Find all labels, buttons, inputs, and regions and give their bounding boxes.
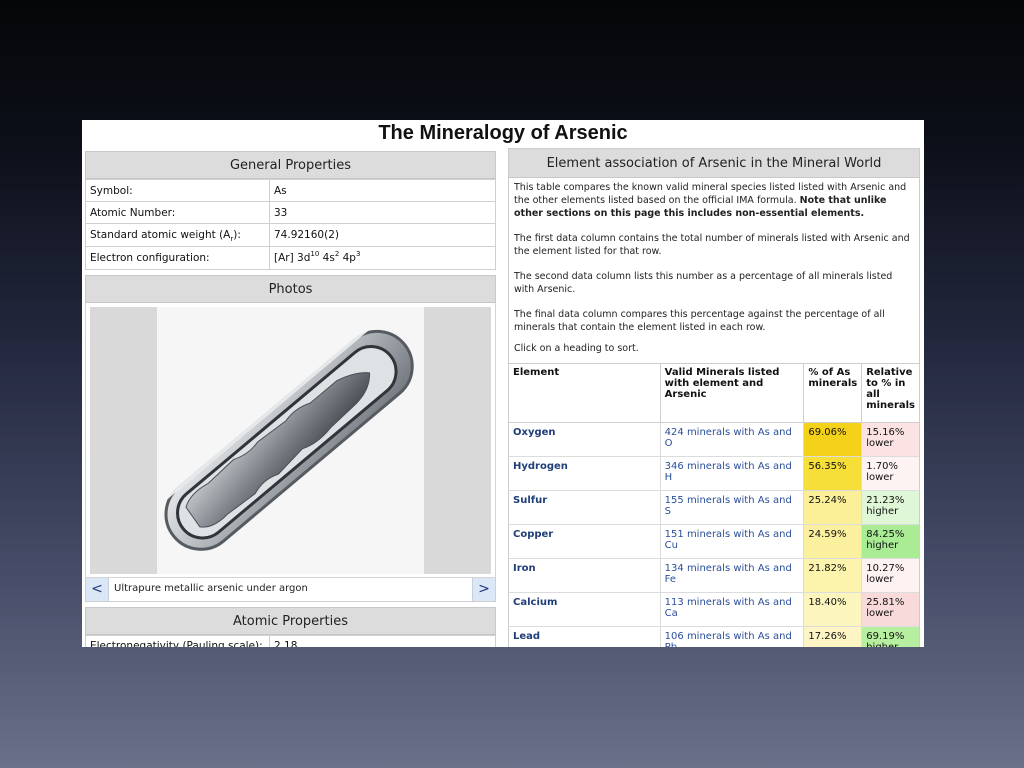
- table-header-row: Element Valid Minerals listed with eleme…: [509, 363, 919, 423]
- relative-cell: 21.23% higher: [861, 490, 919, 525]
- ec-sup: 10: [310, 250, 320, 258]
- mineral-count-link[interactable]: 113 minerals with As and Ca: [659, 592, 804, 627]
- element-link[interactable]: Lead: [509, 626, 661, 647]
- property-label: Electronegativity (Pauling scale):: [85, 635, 270, 647]
- element-link[interactable]: Sulfur: [509, 490, 661, 525]
- relative-cell: 10.27% lower: [861, 558, 919, 593]
- table-row: Atomic Number: 33: [85, 201, 496, 224]
- relative-cell: 84.25% higher: [861, 524, 919, 559]
- element-link[interactable]: Oxygen: [509, 422, 661, 457]
- element-association-heading: Element association of Arsenic in the Mi…: [509, 149, 919, 178]
- relative-cell: 15.16% lower: [861, 422, 919, 457]
- photo-viewer: [90, 307, 491, 574]
- percent-cell: 21.82%: [803, 558, 862, 593]
- association-intro: This table compares the known valid mine…: [509, 178, 919, 355]
- table-row: Standard atomic weight (Ar): 74.92160(2): [85, 223, 496, 247]
- percent-cell: 17.26%: [803, 626, 862, 647]
- slide: The Mineralogy of Arsenic General Proper…: [82, 120, 924, 647]
- element-link[interactable]: Hydrogen: [509, 456, 661, 491]
- arsenic-photo[interactable]: [149, 307, 424, 574]
- sort-hint: Click on a heading to sort.: [514, 343, 639, 354]
- previous-photo-button[interactable]: <: [86, 578, 109, 601]
- table-row: Hydrogen 346 minerals with As and H 56.35%…: [509, 456, 919, 491]
- intro-paragraph: The second data column lists this number…: [514, 271, 893, 295]
- relative-column-header[interactable]: Relative to % in all minerals: [861, 363, 919, 423]
- general-properties-table: Symbol: As Atomic Number: 33 Standard at…: [85, 179, 496, 270]
- percent-cell: 24.59%: [803, 524, 862, 559]
- intro-paragraph: The first data column contains the total…: [514, 233, 910, 257]
- page-title: The Mineralogy of Arsenic: [378, 122, 628, 144]
- table-row: Calcium 113 minerals with As and Ca 18.40%…: [509, 592, 919, 627]
- table-row: Iron 134 minerals with As and Fe 21.82% 10.…: [509, 558, 919, 593]
- left-column: General Properties Symbol: As Atomic Num…: [85, 151, 496, 647]
- table-row: Lead106 minerals with As and Pb17.26%69.…: [509, 626, 919, 647]
- photo-caption-bar: < Ultrapure metallic arsenic under argon…: [85, 578, 496, 602]
- property-value: As: [269, 179, 496, 202]
- percent-cell: 18.40%: [803, 592, 862, 627]
- property-label: Electron configuration:: [85, 246, 270, 270]
- electron-configuration-value: [Ar] 3d10 4s2 4p3: [269, 246, 496, 270]
- ec-part: [Ar] 3d: [274, 252, 311, 264]
- percent-column-header[interactable]: % of As minerals: [803, 363, 862, 423]
- element-link[interactable]: Copper: [509, 524, 661, 559]
- mineral-count-link[interactable]: 151 minerals with As and Cu: [659, 524, 804, 559]
- element-column-header[interactable]: Element: [509, 363, 661, 423]
- atomic-properties-table: Electronegativity (Pauling scale): 2.18: [85, 635, 496, 647]
- table-row: Copper 151 minerals with As and Cu 24.59% 8…: [509, 524, 919, 559]
- element-association-panel: Element association of Arsenic in the Mi…: [508, 148, 920, 647]
- label-text: Standard atomic weight (A: [90, 229, 231, 241]
- arsenic-in-tube-image: [149, 314, 414, 551]
- ec-part: 4p: [339, 252, 356, 264]
- relative-cell: 25.81% lower: [861, 592, 919, 627]
- mineral-count-link[interactable]: 134 minerals with As and Fe: [659, 558, 804, 593]
- table-row: Oxygen 424 minerals with As and O 69.06% 15…: [509, 422, 919, 457]
- relative-cell: 1.70% lower: [861, 456, 919, 491]
- property-value: 74.92160(2): [269, 223, 496, 247]
- percent-cell: 56.35%: [803, 456, 862, 491]
- photo-caption: Ultrapure metallic arsenic under argon: [114, 583, 308, 594]
- table-row: Electron configuration: [Ar] 3d10 4s2 4p…: [85, 246, 496, 270]
- intro-paragraph: The final data column compares this perc…: [514, 309, 885, 333]
- intro-paragraph: This table compares the known valid mine…: [514, 181, 914, 220]
- ec-part: 4s: [319, 252, 335, 264]
- mineral-count-link[interactable]: 106 minerals with As and Pb: [659, 626, 804, 647]
- percent-cell: 25.24%: [803, 490, 862, 525]
- percent-cell: 69.06%: [803, 422, 862, 457]
- mineral-count-link[interactable]: 155 minerals with As and S: [659, 490, 804, 525]
- property-label: Symbol:: [85, 179, 270, 202]
- ec-sup: 3: [355, 250, 361, 258]
- element-link[interactable]: Calcium: [509, 592, 661, 627]
- table-row: Electronegativity (Pauling scale): 2.18: [85, 635, 496, 647]
- mineral-count-link[interactable]: 346 minerals with As and H: [659, 456, 804, 491]
- atomic-properties-heading: Atomic Properties: [85, 607, 496, 635]
- property-label: Atomic Number:: [85, 201, 270, 224]
- table-row: Symbol: As: [85, 179, 496, 202]
- photo-frame: [85, 303, 496, 578]
- label-tail: ):: [233, 229, 241, 241]
- property-value: 33: [269, 201, 496, 224]
- photos-heading: Photos: [85, 275, 496, 303]
- valid-minerals-column-header[interactable]: Valid Minerals listed with element and A…: [659, 363, 804, 423]
- property-label: Standard atomic weight (Ar):: [85, 223, 270, 247]
- general-properties-heading: General Properties: [85, 151, 496, 179]
- element-association-table: Element Valid Minerals listed with eleme…: [509, 363, 919, 647]
- next-photo-button[interactable]: >: [472, 578, 495, 601]
- relative-cell: 69.19% higher: [861, 626, 919, 647]
- mineral-count-link[interactable]: 424 minerals with As and O: [659, 422, 804, 457]
- table-row: Sulfur 155 minerals with As and S 25.24% 21…: [509, 490, 919, 525]
- property-value: 2.18: [269, 635, 496, 647]
- element-link[interactable]: Iron: [509, 558, 661, 593]
